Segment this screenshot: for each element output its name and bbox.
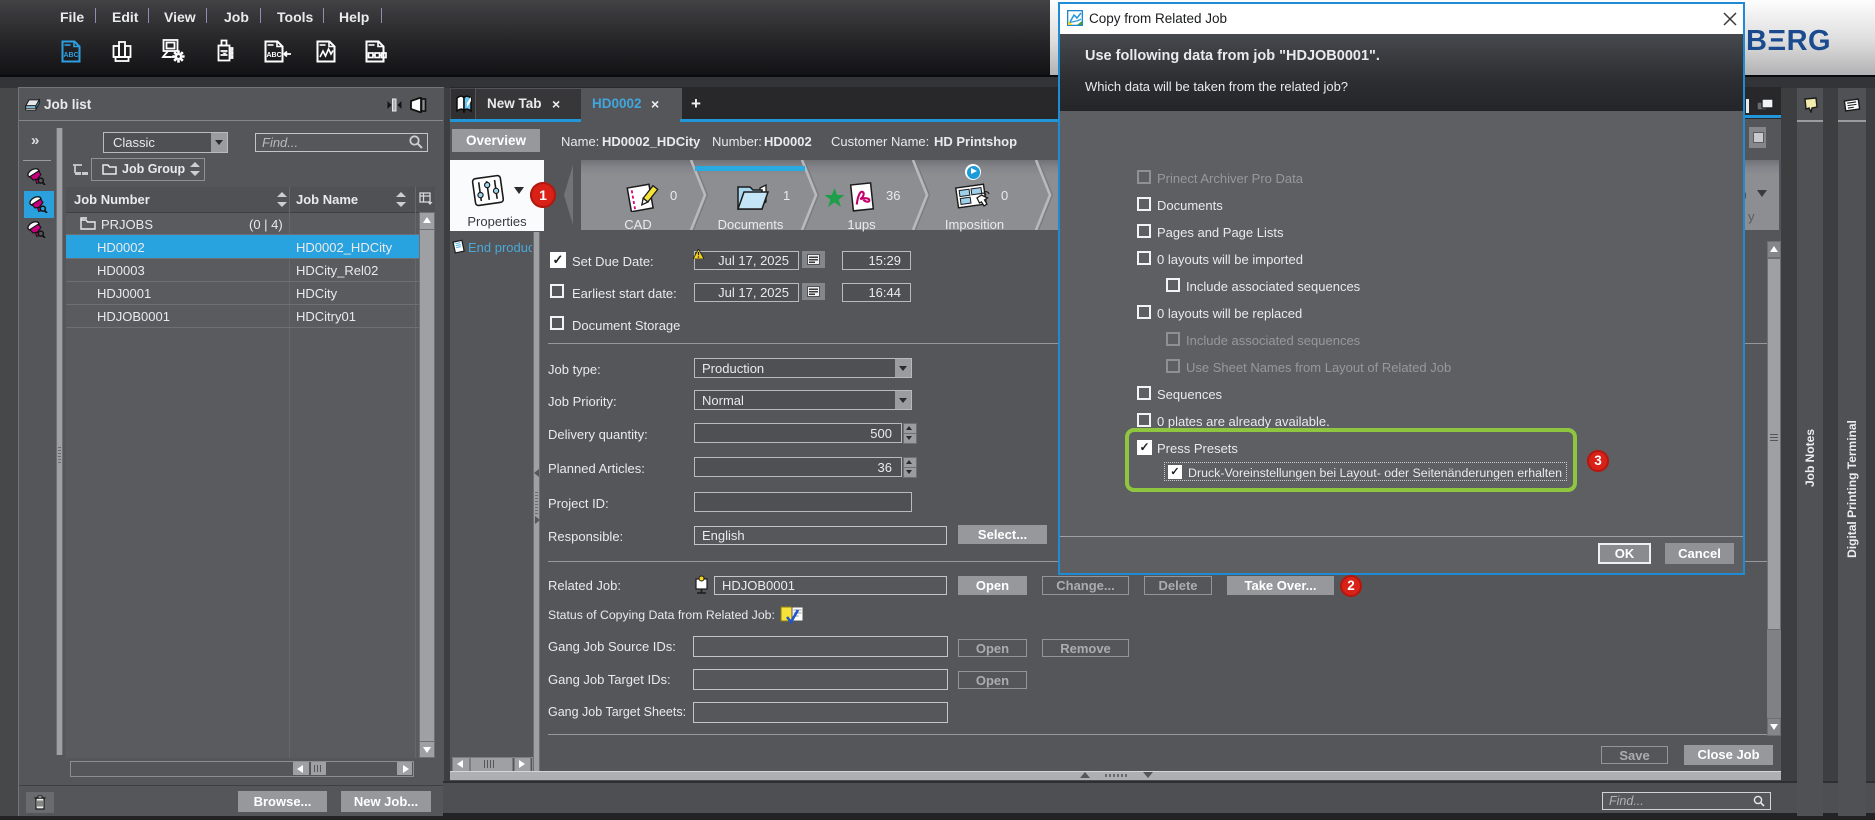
svg-text:ABC: ABC: [64, 52, 79, 59]
svg-text:ABC: ABC: [267, 52, 282, 59]
